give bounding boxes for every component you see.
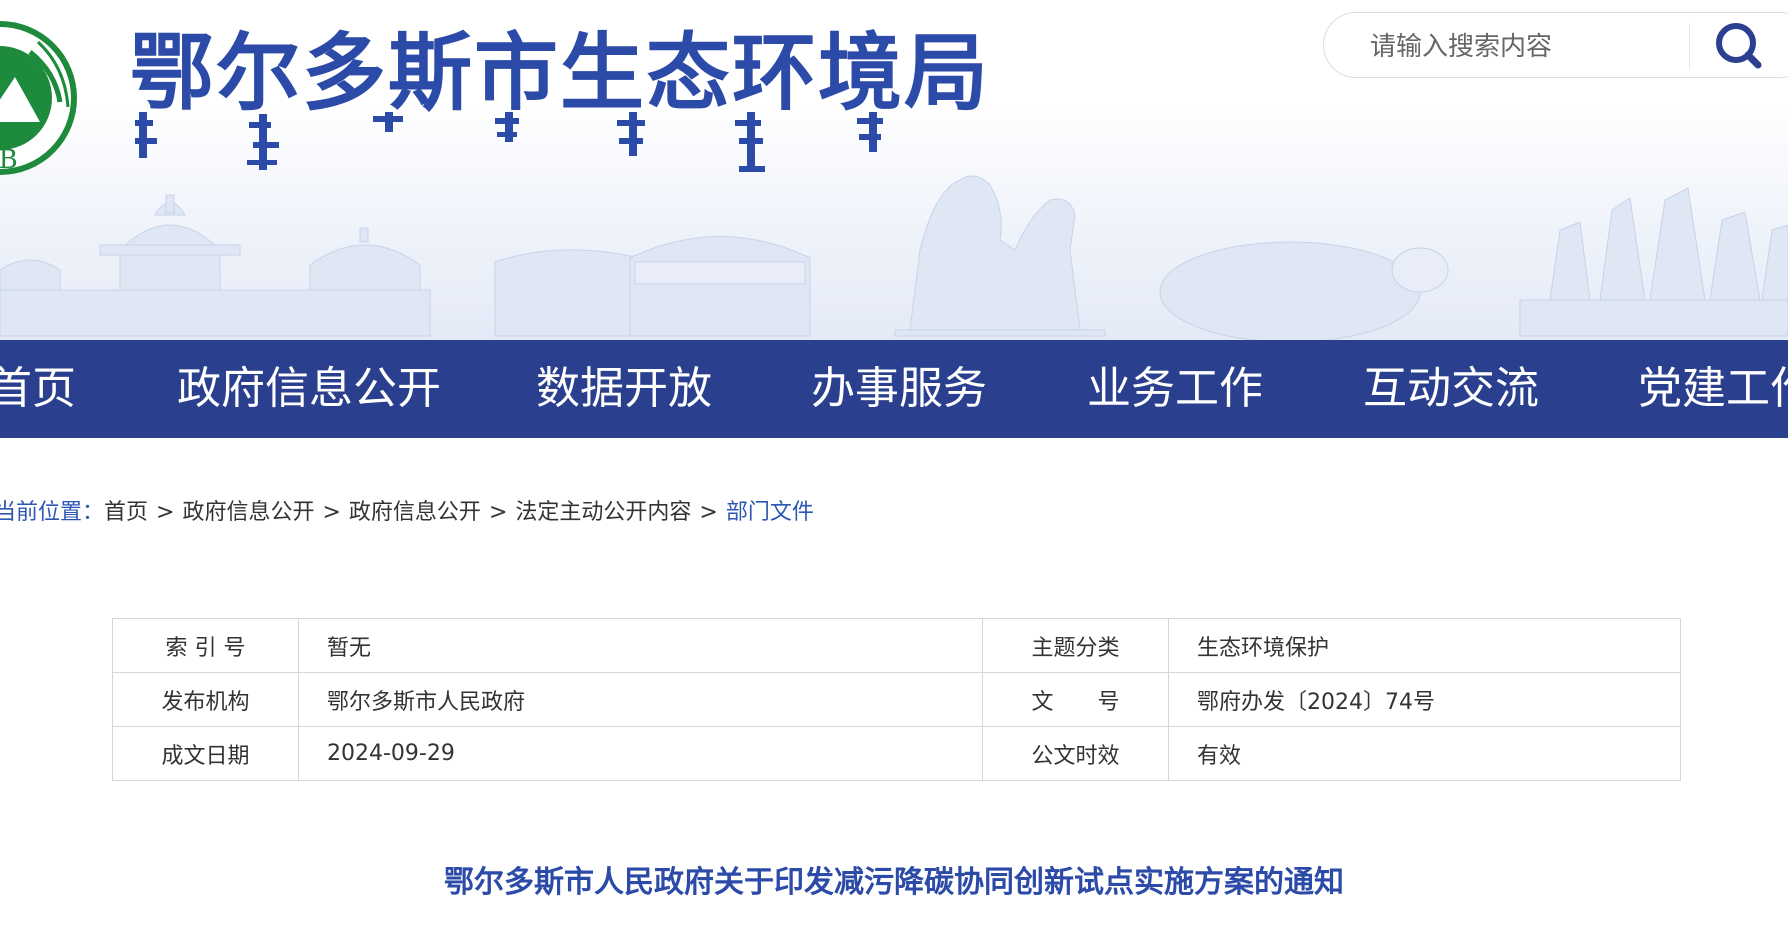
- meta-label-date: 成文日期: [112, 726, 299, 781]
- meta-label-topic: 主题分类: [982, 618, 1169, 673]
- table-row: 索 引 号 暂无 主题分类 生态环境保护: [112, 618, 1681, 673]
- nav-item-party[interactable]: 党建工作: [1638, 362, 1788, 416]
- search-divider: [1689, 23, 1690, 69]
- main-nav: 首页 政府信息公开 数据开放 办事服务 业务工作 互动交流 党建工作: [0, 340, 1788, 438]
- nav-item-interaction[interactable]: 互动交流: [1363, 362, 1539, 416]
- nav-item-open-data[interactable]: 数据开放: [536, 362, 712, 416]
- breadcrumb-link-gov-info[interactable]: 政府信息公开: [182, 500, 314, 525]
- meta-label-index: 索 引 号: [112, 618, 299, 673]
- meta-value-date: 2024-09-29: [298, 726, 983, 781]
- breadcrumb-link-statutory[interactable]: 法定主动公开内容: [515, 500, 691, 525]
- meta-value-index: 暂无: [298, 618, 983, 673]
- document-metadata-table: 索 引 号 暂无 主题分类 生态环境保护 发布机构 鄂尔多斯市人民政府 文 号 …: [112, 618, 1681, 781]
- breadcrumb-link-home[interactable]: 首页: [104, 500, 148, 525]
- breadcrumb-current[interactable]: 部门文件: [726, 500, 814, 525]
- nav-item-services[interactable]: 办事服务: [811, 362, 987, 416]
- nav-item-home[interactable]: 首页: [0, 362, 76, 416]
- breadcrumb: 当前位置：首页 > 政府信息公开 > 政府信息公开 > 法定主动公开内容 > 部门文件: [0, 497, 814, 529]
- search-box: [1323, 12, 1788, 78]
- meta-label-validity: 公文时效: [982, 726, 1169, 781]
- search-icon[interactable]: [1710, 19, 1770, 73]
- nav-item-gov-info[interactable]: 政府信息公开: [177, 362, 441, 416]
- table-row: 发布机构 鄂尔多斯市人民政府 文 号 鄂府办发〔2024〕74号: [112, 672, 1681, 727]
- meta-value-publisher: 鄂尔多斯市人民政府: [298, 672, 983, 727]
- meta-label-doc-number: 文 号: [982, 672, 1169, 727]
- breadcrumb-separator: >: [156, 500, 175, 525]
- mongolian-script-title: [135, 112, 883, 172]
- breadcrumb-link-gov-info-sub[interactable]: 政府信息公开: [349, 500, 481, 525]
- meta-value-validity: 有效: [1168, 726, 1681, 781]
- svg-text:HB: HB: [0, 145, 18, 175]
- bureau-logo: HB: [0, 21, 77, 175]
- breadcrumb-separator: >: [322, 500, 341, 525]
- document-title: 鄂尔多斯市人民政府关于印发减污降碳协同创新试点实施方案的通知: [444, 865, 1344, 900]
- site-header: HB 鄂尔多斯市生态环境局: [0, 0, 1788, 340]
- meta-label-publisher: 发布机构: [112, 672, 299, 727]
- table-row: 成文日期 2024-09-29 公文时效 有效: [112, 726, 1681, 781]
- meta-value-topic: 生态环境保护: [1168, 618, 1681, 673]
- meta-value-doc-number: 鄂府办发〔2024〕74号: [1168, 672, 1681, 727]
- search-input[interactable]: [1368, 29, 1672, 65]
- breadcrumb-separator: >: [699, 500, 718, 525]
- breadcrumb-prefix: 当前位置：: [0, 500, 105, 525]
- breadcrumb-separator: >: [488, 500, 508, 525]
- nav-item-business[interactable]: 业务工作: [1087, 362, 1263, 416]
